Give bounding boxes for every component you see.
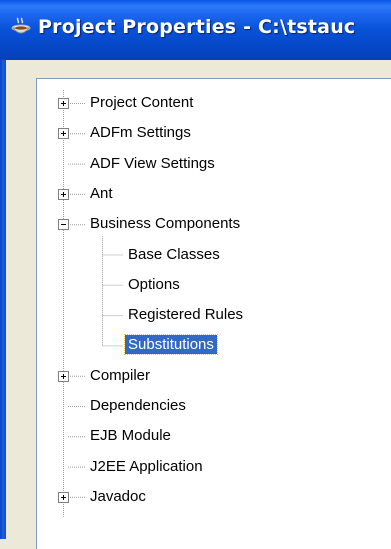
tree-node-label: Business Components (90, 215, 241, 233)
tree-node[interactable]: Substitutions (124, 333, 218, 357)
tree-node[interactable]: Registered Rules (125, 303, 246, 327)
window-title: Project Properties - C:\tstauc (38, 16, 356, 38)
tree-node[interactable]: Ant (87, 182, 116, 206)
tree-node-label: Compiler (90, 366, 151, 384)
tree-node[interactable]: Project Content (87, 91, 196, 115)
minus-box-icon[interactable] (58, 219, 69, 231)
tree-node[interactable]: Options (125, 273, 183, 297)
tree-node-label: EJB Module (90, 427, 171, 445)
plus-box-icon[interactable] (58, 370, 69, 382)
tree-node[interactable]: J2EE Application (87, 455, 206, 479)
tree-node-label: ADF View Settings (90, 154, 215, 172)
tree-node-label: Registered Rules (128, 306, 244, 324)
tree-node[interactable]: Javadoc (87, 485, 149, 509)
tree-node-label: ADFm Settings (90, 124, 191, 142)
settings-tree[interactable]: Project Content ADFm Settings ADF View Set… (40, 82, 391, 542)
tree-node[interactable]: Compiler (87, 364, 153, 388)
tree-node[interactable]: Dependencies (87, 394, 189, 418)
plus-box-icon[interactable] (58, 188, 69, 200)
tree-node-label: Javadoc (90, 487, 146, 505)
tree-node[interactable]: ADFm Settings (87, 121, 194, 145)
tree-node[interactable]: Base Classes (125, 243, 223, 267)
tree-node-label: J2EE Application (90, 457, 203, 475)
plus-box-icon[interactable] (58, 98, 69, 109)
tree-node-label: Options (128, 275, 180, 293)
tree-node-label: Ant (90, 184, 113, 202)
tree-node[interactable]: Business Components (87, 212, 243, 236)
plus-box-icon[interactable] (58, 491, 69, 503)
window-frame (0, 60, 6, 539)
tree-node-label: Project Content (90, 94, 194, 111)
title-bar[interactable]: Project Properties - C:\tstauc (0, 0, 391, 60)
coffee-cup-icon (11, 17, 31, 34)
tree-node[interactable]: ADF View Settings (87, 152, 218, 176)
tree-node-label: Base Classes (128, 245, 220, 263)
tree-node-label: Substitutions (124, 334, 218, 356)
tree-node[interactable]: EJB Module (87, 424, 174, 448)
tree-node-label: Dependencies (90, 397, 186, 414)
plus-box-icon[interactable] (58, 128, 69, 140)
